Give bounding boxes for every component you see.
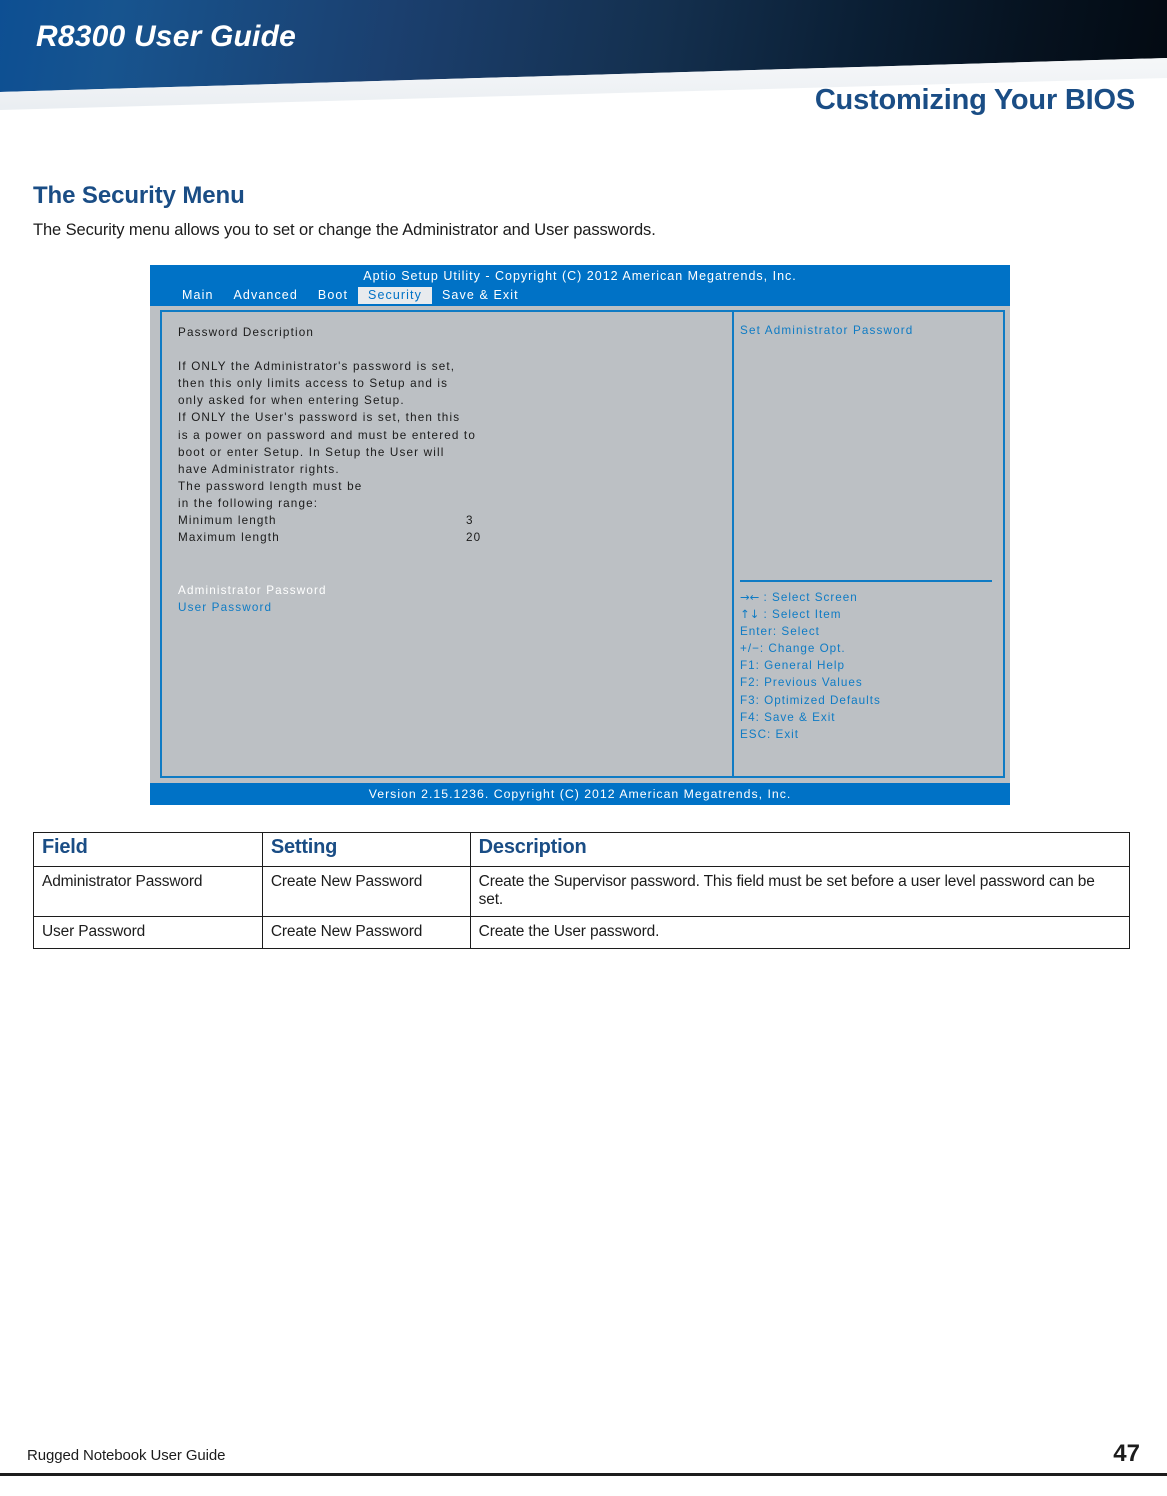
column-header-field: Field (33, 832, 263, 867)
password-description-body: If ONLY the Administrator's password is … (178, 358, 726, 512)
footer-page-number: 47 (1113, 1440, 1140, 1467)
minimum-length-row: Minimum length 3 (178, 512, 726, 529)
description-line: boot or enter Setup. In Setup the User w… (178, 445, 445, 459)
table-row: Administrator Password Create New Passwor… (33, 866, 1131, 917)
description-line: only asked for when entering Setup. (178, 394, 405, 408)
description-line: is a power on password and must be enter… (178, 428, 476, 442)
column-header-description: Description (469, 832, 1131, 867)
bios-left-column: Password Description If ONLY the Adminis… (178, 324, 726, 546)
description-line: in the following range: (178, 496, 319, 510)
table-row: User Password Create New Password Create t… (33, 916, 1131, 949)
chapter-title: Customizing Your BIOS (814, 84, 1135, 116)
bios-content-panel: Password Description If ONLY the Adminis… (160, 310, 1005, 778)
key-legend-item: F3: Optimized Defaults (740, 693, 881, 707)
bios-title-bar: Aptio Setup Utility - Copyright (C) 2012… (150, 265, 1010, 306)
key-legend-item: Enter: Select (740, 625, 820, 639)
key-legend-item: →← : Select Screen (740, 589, 995, 606)
bios-utility-title: Aptio Setup Utility - Copyright (C) 2012… (363, 269, 797, 283)
table-body: Administrator Password Create New Passwor… (33, 866, 1131, 949)
bios-tab-advanced[interactable]: Advanced (224, 287, 308, 304)
maximum-length-value: 20 (466, 531, 482, 545)
footer-rule (0, 1473, 1167, 1476)
section-heading: The Security Menu (33, 182, 245, 209)
footer-guide-name: Rugged Notebook User Guide (27, 1447, 226, 1464)
maximum-length-row: Maximum length 20 (178, 529, 726, 546)
description-line: If ONLY the Administrator's password is … (178, 360, 456, 374)
bios-version-footer: Version 2.15.1236. Copyright (C) 2012 Am… (150, 783, 1010, 805)
column-header-setting: Setting (261, 832, 471, 867)
key-legend-text: : Select Item (759, 608, 842, 622)
description-line: have Administrator rights. (178, 462, 340, 476)
cell-field: User Password (33, 916, 263, 949)
arrow-keys-icon: →← (740, 590, 760, 604)
guide-title: R8300 User Guide (36, 20, 296, 53)
bios-right-column: Set Administrator Password (740, 324, 995, 337)
bios-panel-divider (732, 312, 734, 776)
key-legend-item: F4: Save & Exit (740, 710, 836, 724)
bios-help-title: Set Administrator Password (740, 324, 914, 337)
arrow-keys-icon: ↑↓ (740, 607, 760, 622)
bios-tab-save-exit[interactable]: Save & Exit (432, 287, 529, 304)
bios-screenshot: Aptio Setup Utility - Copyright (C) 2012… (150, 265, 1010, 805)
section-intro-text: The Security menu allows you to set or c… (33, 221, 656, 239)
bios-tab-main[interactable]: Main (172, 287, 224, 304)
description-line: then this only limits access to Setup an… (178, 377, 449, 391)
minimum-length-value: 3 (466, 514, 474, 528)
table-header-row: Field Setting Description (33, 832, 1131, 867)
bios-menu-tabs: Main Advanced Boot Security Save & Exit (172, 287, 529, 304)
description-line: If ONLY the User's password is set, then… (178, 411, 461, 425)
administrator-password-field[interactable]: Administrator Password (178, 582, 327, 599)
description-line: The password length must be (178, 479, 363, 493)
bios-tab-security[interactable]: Security (358, 287, 432, 304)
key-legend-item: ↑↓ : Select Item (740, 606, 995, 623)
settings-table: Field Setting Description Administrator … (33, 832, 1131, 949)
cell-setting: Create New Password (261, 866, 471, 917)
bios-key-legend: →← : Select Screen ↑↓ : Select Item Enter:… (740, 589, 995, 743)
cell-setting: Create New Password (261, 916, 471, 949)
bios-tab-boot[interactable]: Boot (308, 287, 358, 304)
maximum-length-label: Maximum length (178, 531, 280, 545)
user-password-field[interactable]: User Password (178, 599, 327, 616)
bios-help-separator (740, 580, 992, 582)
key-legend-item: F2: Previous Values (740, 676, 863, 690)
key-legend-text: : Select Screen (759, 591, 858, 604)
minimum-length-label: Minimum length (178, 514, 277, 528)
cell-description: Create the Supervisor password. This fie… (469, 866, 1131, 917)
cell-field: Administrator Password (33, 866, 263, 917)
key-legend-item: ESC: Exit (740, 727, 800, 741)
key-legend-item: F1: General Help (740, 659, 845, 673)
password-description-label: Password Description (178, 326, 315, 339)
page-banner: R8300 User Guide Customizing Your BIOS (0, 0, 1167, 140)
key-legend-item: +/−: Change Opt. (740, 642, 846, 656)
bios-password-fields: Administrator Password User Password (178, 582, 327, 616)
cell-description: Create the User password. (469, 916, 1131, 949)
